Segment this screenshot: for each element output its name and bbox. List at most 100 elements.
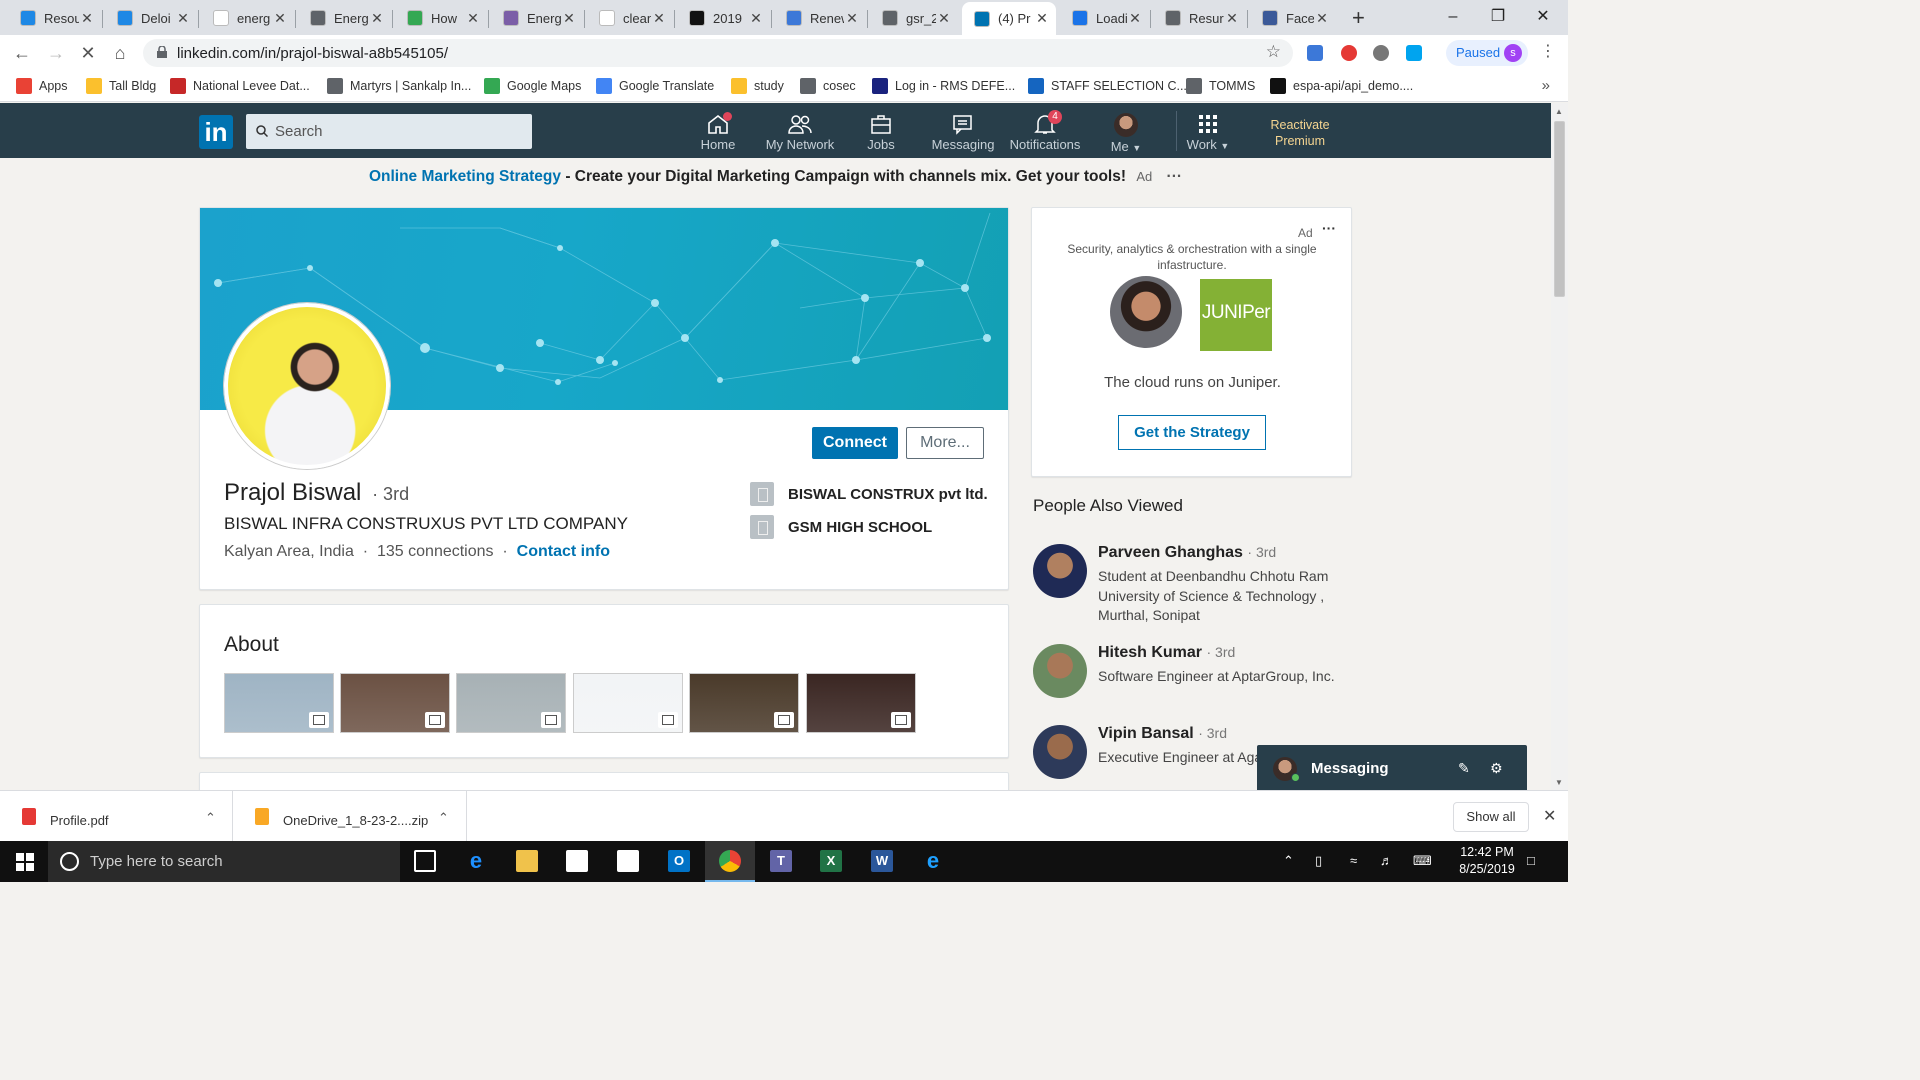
translate-extension-icon[interactable] [1307, 45, 1323, 61]
tab-close-icon[interactable]: ✕ [844, 10, 860, 27]
person-avatar[interactable] [1033, 644, 1087, 698]
battery-icon[interactable]: ▯ [1315, 853, 1322, 869]
browser-tab[interactable]: How ✕ [395, 4, 487, 32]
browser-tab[interactable]: Energ ✕ [298, 4, 391, 32]
browser-tab[interactable]: Renew✕ [774, 4, 866, 32]
scroll-down-icon[interactable]: ▼ [1555, 778, 1563, 787]
stop-loading-icon[interactable]: ✕ [76, 41, 100, 65]
download-item[interactable]: Profile.pdf ⌃ [0, 791, 233, 842]
person-name-row[interactable]: Parveen Ghanghas · 3rd [1098, 544, 1276, 562]
tab-close-icon[interactable]: ✕ [272, 10, 288, 27]
nav-notifications[interactable]: 4 Notifications [1000, 110, 1090, 152]
bookmark-item[interactable]: STAFF SELECTION C... [1028, 78, 1187, 94]
tab-close-icon[interactable]: ✕ [465, 10, 481, 27]
word-icon[interactable]: W [871, 850, 893, 872]
current-company[interactable]: BISWAL CONSTRUX pvt ltd. [750, 482, 988, 506]
profile-photo[interactable] [224, 303, 390, 469]
sticky-notes-icon[interactable] [617, 850, 639, 872]
about-media-thumbnail[interactable] [573, 673, 683, 733]
ad-menu-icon[interactable]: ··· [1167, 168, 1183, 185]
tab-close-icon[interactable]: ✕ [79, 10, 95, 27]
store-icon[interactable] [566, 850, 588, 872]
keyboard-icon[interactable]: ⌨ [1413, 853, 1432, 869]
windows-start-icon[interactable] [16, 853, 34, 871]
ad-text[interactable]: - Create your Digital Marketing Campaign… [561, 168, 1126, 185]
ad-link[interactable]: Online Marketing Strategy [369, 168, 561, 185]
nav-work[interactable]: Work ▼ [1163, 113, 1253, 152]
browser-tab[interactable]: Deloi ✕ [105, 4, 197, 32]
chevron-up-icon[interactable]: ⌃ [205, 810, 216, 826]
person-name-row[interactable]: Vipin Bansal · 3rd [1098, 725, 1227, 743]
bookmark-item[interactable]: National Levee Dat... [170, 78, 310, 94]
new-tab-button[interactable]: + [1352, 5, 1365, 31]
windows-extension-icon[interactable] [1406, 45, 1422, 61]
chevron-up-icon[interactable]: ⌃ [438, 810, 449, 826]
volume-icon[interactable]: ♬ [1380, 853, 1393, 868]
about-media-thumbnail[interactable] [456, 673, 566, 733]
browser-tab[interactable]: clean ✕ [587, 4, 673, 32]
bookmark-item[interactable]: Log in - RMS DEFE... [872, 78, 1015, 94]
browser-tab[interactable]: Resou ✕ [8, 4, 101, 32]
minimize-icon[interactable]: – [1430, 4, 1476, 30]
get-strategy-button[interactable]: Get the Strategy [1118, 415, 1266, 450]
browser-tab[interactable]: Loadi ✕ [1060, 4, 1149, 32]
extension-icon[interactable] [1341, 45, 1357, 61]
contact-info-link[interactable]: Contact info [517, 543, 610, 560]
tab-close-icon[interactable]: ✕ [1224, 10, 1240, 27]
show-hidden-icons[interactable]: ⌃ [1283, 853, 1294, 869]
file-explorer-icon[interactable] [516, 850, 538, 872]
browser-tab[interactable]: Faceb✕ [1250, 4, 1336, 32]
tab-close-icon[interactable]: ✕ [561, 10, 577, 27]
task-view-icon[interactable] [414, 850, 436, 872]
about-media-thumbnail[interactable] [340, 673, 450, 733]
download-item[interactable]: OneDrive_1_8-23-2....zip ⌃ [233, 791, 467, 842]
extension-icon[interactable] [1373, 45, 1389, 61]
search-input[interactable]: Search [246, 114, 532, 149]
about-media-thumbnail[interactable] [224, 673, 334, 733]
bookmark-item[interactable]: espa-api/api_demo.... [1270, 78, 1413, 94]
connect-button[interactable]: Connect [812, 427, 898, 459]
profile-paused-button[interactable]: Paused s [1446, 40, 1528, 66]
juniper-logo[interactable]: JUNIPer [1200, 279, 1272, 351]
tab-close-icon[interactable]: ✕ [936, 10, 952, 27]
bookmark-item[interactable]: Google Maps [484, 78, 581, 94]
person-name-row[interactable]: Hitesh Kumar · 3rd [1098, 644, 1235, 662]
about-media-thumbnail[interactable] [806, 673, 916, 733]
home-icon[interactable]: ⌂ [108, 41, 132, 65]
tab-close-icon[interactable]: ✕ [175, 10, 191, 27]
browser-tab[interactable]: Resur ✕ [1153, 4, 1246, 32]
taskbar-search-box[interactable]: Type here to search [48, 841, 400, 882]
outlook-icon[interactable]: O [668, 850, 690, 872]
bookmarks-overflow-button[interactable]: » [1542, 77, 1550, 94]
edge-icon[interactable]: e [465, 850, 487, 872]
scrollbar-thumb[interactable] [1554, 121, 1565, 297]
maximize-icon[interactable]: ❐ [1475, 4, 1521, 30]
address-bar[interactable]: linkedin.com/in/prajol-biswal-a8b545105/… [143, 39, 1293, 67]
tab-close-icon[interactable]: ✕ [369, 10, 385, 27]
forward-icon[interactable]: → [44, 41, 68, 65]
show-all-downloads-button[interactable]: Show all [1453, 802, 1529, 832]
nav-me[interactable]: Me ▼ [1081, 113, 1171, 154]
tab-close-icon[interactable]: ✕ [1127, 10, 1143, 27]
tab-close-icon[interactable]: ✕ [1034, 10, 1050, 27]
bookmark-item[interactable]: Martyrs | Sankalp In... [327, 78, 471, 94]
more-button[interactable]: More... [906, 427, 984, 459]
browser-tab[interactable]: Energ ✕ [491, 4, 583, 32]
tab-close-icon[interactable]: ✕ [748, 10, 764, 27]
bookmark-star-icon[interactable]: ☆ [1266, 42, 1281, 62]
nav-messaging[interactable]: Messaging [918, 113, 1008, 152]
nav-home[interactable]: Home [673, 112, 763, 152]
page-scrollbar[interactable]: ▲ ▼ [1551, 103, 1568, 790]
teams-icon[interactable]: T [770, 850, 792, 872]
internet-explorer-icon[interactable]: e [922, 850, 944, 872]
close-shelf-icon[interactable]: ✕ [1543, 806, 1556, 826]
browser-menu-icon[interactable]: ⋮ [1540, 41, 1556, 61]
excel-icon[interactable]: X [820, 850, 842, 872]
bookmark-item[interactable]: Google Translate [596, 78, 714, 94]
browser-tab[interactable]: (4) Pr ✕ [962, 2, 1056, 35]
wifi-icon[interactable]: ≈ [1350, 853, 1357, 868]
ad-menu-icon[interactable]: ··· [1322, 220, 1336, 236]
back-icon[interactable]: ← [10, 41, 34, 65]
messaging-overlay-bar[interactable]: Messaging ✎ ⚙ [1257, 745, 1527, 790]
scroll-up-icon[interactable]: ▲ [1555, 107, 1563, 116]
